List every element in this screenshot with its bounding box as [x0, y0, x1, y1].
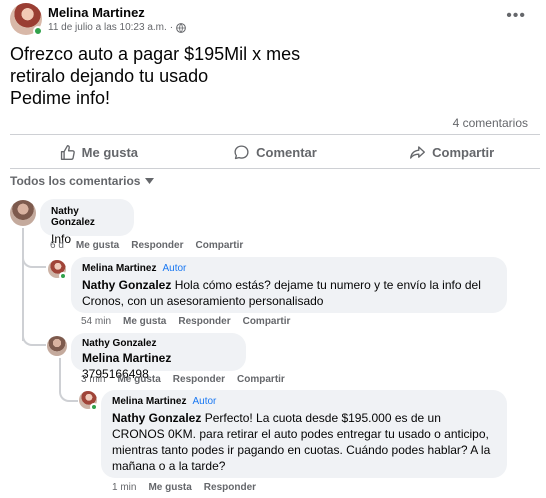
comment-text: Nathy Gonzalez Hola cómo estás? dejame t… — [82, 277, 496, 309]
comment-author[interactable]: Nathy Gonzalez — [51, 206, 123, 228]
thread-connector — [59, 372, 78, 402]
commenter-avatar[interactable] — [47, 336, 67, 356]
post-meta: 11 de julio a las 10:23 a.m. · — [48, 22, 186, 33]
comment-like-link[interactable]: Me gusta — [117, 374, 160, 385]
comment-time[interactable]: 1 min — [112, 482, 136, 493]
comment-time[interactable]: 3 min — [81, 374, 105, 385]
speech-bubble-icon — [234, 144, 249, 159]
globe-icon[interactable] — [176, 22, 186, 33]
post-text-line: Pedime info! — [10, 88, 111, 108]
comment-author-name[interactable]: Melina Martinez — [82, 263, 156, 274]
mention-link[interactable]: Nathy Gonzalez — [82, 278, 171, 292]
comment-like-link[interactable]: Me gusta — [123, 316, 166, 327]
mention-link[interactable]: Melina Martinez — [82, 351, 171, 365]
author-name[interactable]: Melina Martinez — [48, 5, 145, 20]
more-options-button[interactable]: ••• — [506, 7, 526, 25]
comment-bubble: Nathy Gonzalez Melina Martinez 379516649… — [71, 333, 246, 381]
thumbs-up-icon — [60, 144, 75, 160]
comment-reply-link[interactable]: Responder — [131, 240, 183, 251]
comment-author: Melina Martinez Autor — [82, 263, 496, 274]
comment-reply-link[interactable]: Responder — [178, 316, 230, 327]
post-header: Melina Martinez 11 de julio a las 10:23 … — [10, 3, 540, 37]
comment-author-name[interactable]: Nathy Gonzalez — [51, 206, 123, 228]
comment-author-name[interactable]: Nathy Gonzalez — [82, 338, 156, 349]
comment-actions: 6 d Me gusta Responder Compartir — [50, 240, 243, 251]
divider — [10, 168, 540, 169]
caret-down-icon — [145, 178, 155, 184]
like-button[interactable]: Me gusta — [10, 137, 187, 167]
comment-sort-dropdown[interactable]: Todos los comentarios — [10, 174, 155, 188]
comment-actions: 3 min Me gusta Responder Compartir — [81, 374, 285, 385]
comment-author-name[interactable]: Melina Martinez — [112, 396, 186, 407]
post-body: Ofrezco auto a pagar $195Mil x mes retir… — [10, 43, 530, 109]
comment-bubble: Nathy Gonzalez Info — [40, 199, 134, 246]
comment-share-link[interactable]: Compartir — [195, 240, 243, 251]
online-status-dot — [59, 272, 67, 280]
like-label: Me gusta — [81, 144, 138, 160]
online-status-dot — [90, 403, 98, 411]
sort-label: Todos los comentarios — [10, 174, 141, 188]
comment-like-link[interactable]: Me gusta — [76, 240, 119, 251]
comment-label: Comentar — [256, 144, 317, 160]
comments-count[interactable]: 4 comentarios — [453, 116, 528, 130]
comment-share-link[interactable]: Compartir — [243, 316, 291, 327]
thread-connector — [22, 228, 46, 268]
facebook-post: Melina Martinez 11 de julio a las 10:23 … — [0, 0, 546, 498]
comment-time[interactable]: 6 d — [50, 240, 64, 251]
comment-button[interactable]: Comentar — [187, 137, 364, 167]
comment-actions: 1 min Me gusta Responder — [112, 482, 256, 493]
comment-time[interactable]: 54 min — [81, 316, 111, 327]
comment-like-link[interactable]: Me gusta — [148, 482, 191, 493]
share-button[interactable]: Compartir — [363, 137, 540, 167]
comment-bubble: Melina Martinez Autor Nathy Gonzalez Per… — [101, 390, 507, 478]
thread-connector — [22, 316, 46, 346]
share-label: Compartir — [432, 144, 495, 160]
comment-reply-link[interactable]: Responder — [173, 374, 225, 385]
mention-link[interactable]: Nathy Gonzalez — [112, 411, 201, 425]
author-badge: Autor — [162, 263, 187, 274]
comment-bubble: Melina Martinez Autor Nathy Gonzalez Hol… — [71, 257, 507, 313]
comment-share-link[interactable]: Compartir — [237, 374, 285, 385]
comment-actions: 54 min Me gusta Responder Compartir — [81, 316, 290, 327]
comment-reply-link[interactable]: Responder — [204, 482, 256, 493]
commenter-avatar[interactable] — [10, 200, 36, 226]
post-action-bar: Me gusta Comentar Compartir — [10, 137, 540, 167]
author-badge: Autor — [192, 396, 217, 407]
share-arrow-icon — [410, 145, 426, 159]
post-text-line: Ofrezco auto a pagar $195Mil x mes — [10, 44, 301, 64]
online-status-dot — [33, 26, 43, 36]
divider — [10, 134, 540, 135]
post-timestamp[interactable]: 11 de julio a las 10:23 a.m. — [48, 22, 167, 33]
post-text-line: retiralo dejando tu usado — [10, 66, 209, 86]
comment-author: Nathy Gonzalez — [82, 338, 235, 349]
comment-author: Melina Martinez Autor — [112, 396, 496, 407]
meta-separator: · — [169, 22, 174, 33]
comment-text: Nathy Gonzalez Perfecto! La cuota desde … — [112, 410, 496, 474]
